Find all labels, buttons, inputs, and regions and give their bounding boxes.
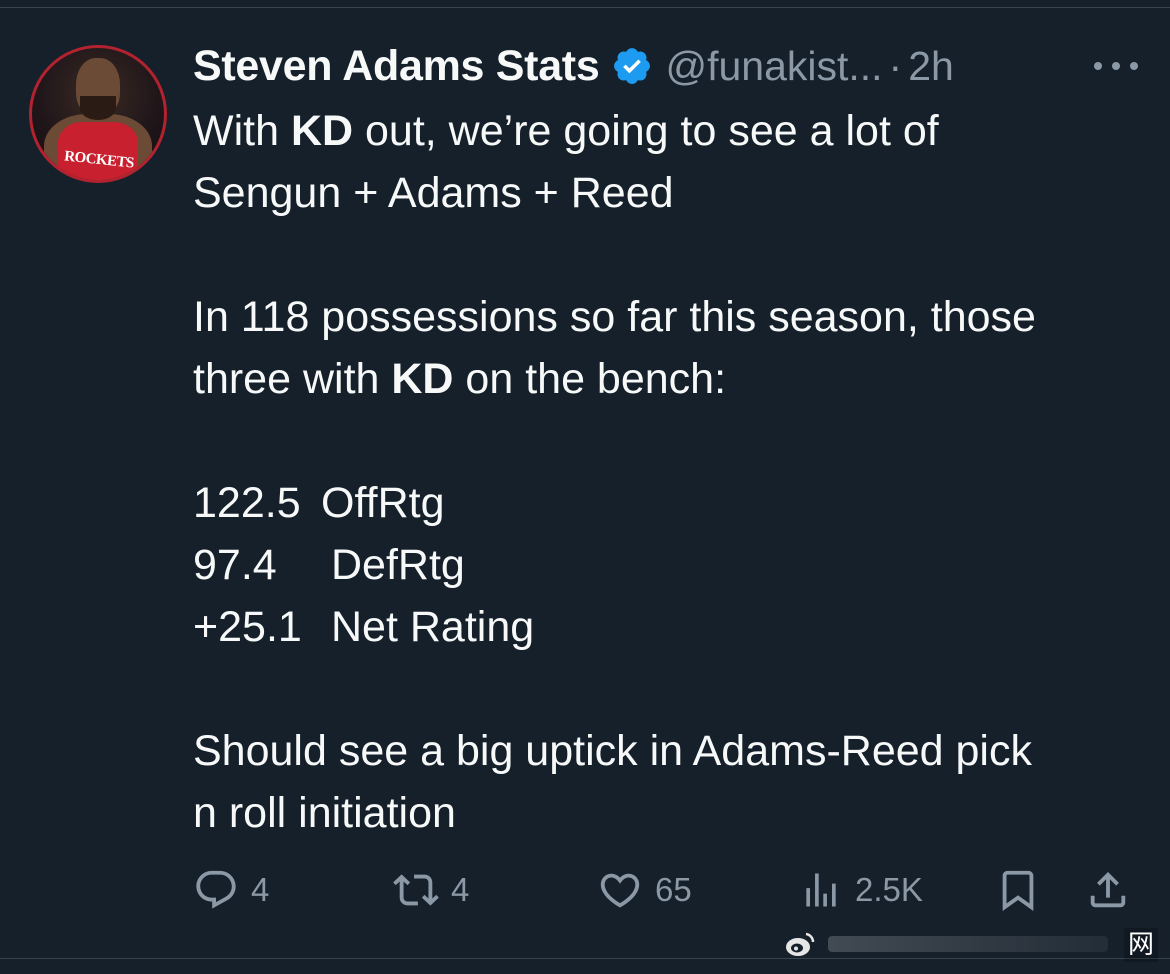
stat-row: +25.1 Net Rating (193, 596, 1153, 658)
display-name[interactable]: Steven Adams Stats (193, 42, 600, 91)
stat-value: 97.4 (193, 541, 277, 589)
stat-value: +25.1 (193, 603, 302, 651)
top-divider (0, 7, 1170, 8)
avatar-beard (80, 96, 116, 120)
tweet-line: With KD out, we’re going to see a lot of (193, 100, 1153, 162)
text-segment: With (193, 107, 291, 155)
action-bar: 4 4 65 2.5K (193, 862, 1138, 918)
weibo-logo-icon (784, 928, 816, 960)
bold-text: KD (290, 107, 354, 155)
share-button[interactable] (1085, 862, 1131, 918)
verified-badge-icon[interactable] (611, 45, 653, 87)
tweet-line: n roll initiation (193, 789, 456, 837)
views-icon (799, 867, 843, 913)
views-count: 2.5K (855, 871, 923, 908)
more-dot (1094, 62, 1102, 70)
repost-button[interactable]: 4 (393, 862, 469, 918)
separator-dot: · (888, 42, 903, 89)
tweet-line: Should see a big uptick in Adams-Reed pi… (193, 727, 1032, 775)
bold-text: KD (391, 355, 454, 403)
watermark: 网 (784, 928, 1164, 962)
tweet-line: Sengun + Adams + Reed (193, 169, 674, 217)
handle[interactable]: @funakist... (665, 43, 882, 90)
reply-count: 4 (251, 871, 270, 908)
tweet-text: With KD out, we’re going to see a lot of… (193, 100, 1153, 844)
bookmark-icon (995, 867, 1041, 913)
tweet-line: In 118 possessions so far this season, t… (193, 293, 1036, 341)
timestamp[interactable]: 2h (908, 43, 954, 90)
tweet-line: three with KD on the bench: (193, 348, 1153, 410)
repost-icon (393, 867, 439, 913)
views-button[interactable]: 2.5K (799, 862, 923, 918)
text-segment: on the bench: (453, 355, 727, 403)
heart-icon (597, 867, 643, 913)
stat-label: DefRtg (331, 541, 465, 589)
more-dot (1112, 62, 1120, 70)
reply-button[interactable]: 4 (193, 862, 269, 918)
watermark-fade (828, 936, 1108, 952)
stat-value: 122.5 (193, 479, 301, 527)
stat-row: 97.4 DefRtg (193, 534, 1153, 596)
stat-label: Net Rating (331, 603, 535, 651)
more-icon[interactable] (1094, 58, 1138, 74)
watermark-char: 网 (1124, 928, 1158, 962)
stat-label: OffRtg (321, 479, 445, 527)
like-count: 65 (655, 871, 692, 908)
avatar[interactable]: ROCKETS (29, 45, 167, 183)
repost-count: 4 (451, 871, 470, 908)
more-dot (1130, 62, 1138, 70)
tweet-header: Steven Adams Stats @funakist... · 2h (193, 38, 954, 94)
stat-row: 122.5 OffRtg (193, 472, 1153, 534)
text-segment: three with (193, 355, 392, 403)
text-segment: out, we’re going to see a lot of (353, 107, 939, 155)
bookmark-button[interactable] (995, 862, 1041, 918)
share-icon (1085, 867, 1131, 913)
like-button[interactable]: 65 (597, 862, 692, 918)
reply-icon (193, 867, 239, 913)
